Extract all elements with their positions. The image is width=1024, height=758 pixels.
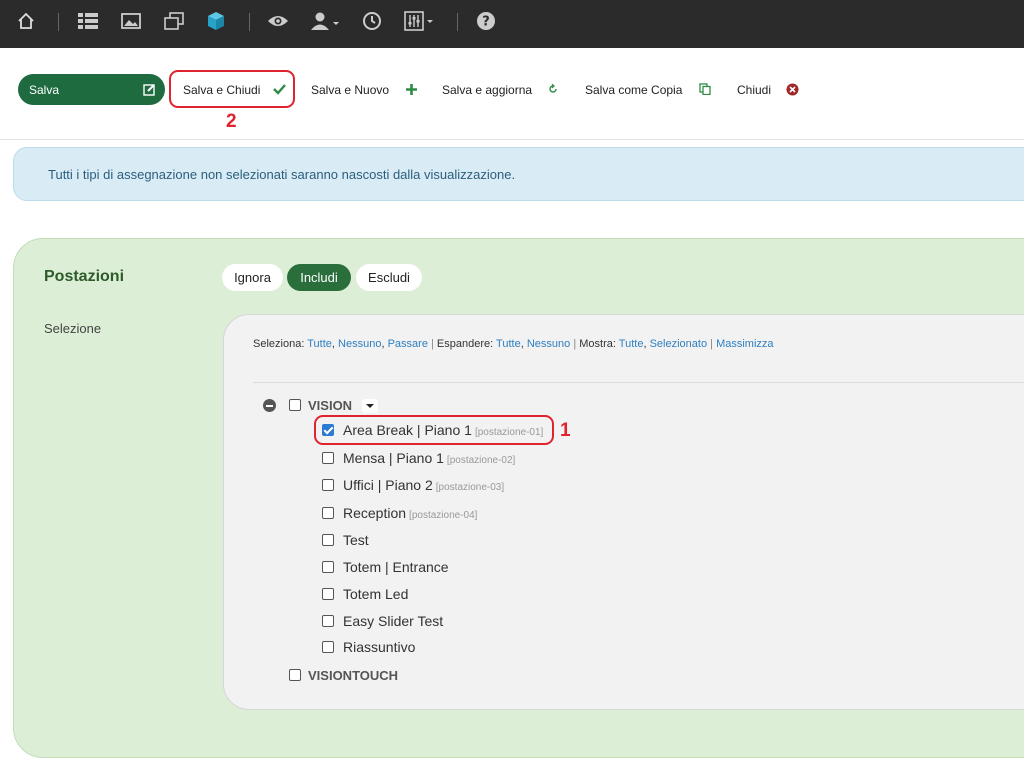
tree-item-label: Uffici | Piano 2 [postazione-03]: [343, 477, 504, 493]
tree-item-name: Riassuntivo: [343, 639, 416, 655]
expand-none-link[interactable]: Nessuno: [527, 338, 570, 350]
divider: [457, 13, 458, 31]
clock-icon[interactable]: [361, 10, 383, 32]
info-alert-text: Tutti i tipi di assegnazione non selezio…: [48, 167, 516, 182]
plus-icon: [404, 82, 418, 96]
tree-item-checkbox[interactable]: [322, 588, 334, 600]
save-update-button[interactable]: Salva e aggiorna: [431, 74, 569, 105]
select-label: Seleziona:: [253, 338, 305, 350]
tree-item-checkbox[interactable]: [322, 561, 334, 573]
filter-bar: Seleziona: Tutte, Nessuno, Passare | Esp…: [253, 338, 774, 350]
save-button[interactable]: Salva: [18, 74, 165, 105]
svg-text:?: ?: [482, 15, 490, 30]
tree-item-name: Test: [343, 532, 369, 548]
group-checkbox-visiontouch[interactable]: [289, 669, 301, 681]
expand-label: Espandere:: [436, 338, 494, 350]
annotation-number-2: 2: [226, 111, 237, 132]
tree-item-label: Mensa | Piano 1 [postazione-02]: [343, 450, 515, 466]
sliders-icon[interactable]: [404, 10, 434, 32]
tree-item-label: Riassuntivo: [343, 639, 415, 655]
image-icon[interactable]: [120, 10, 142, 32]
group-dropdown-button[interactable]: [362, 399, 378, 413]
copy-icon: [698, 82, 712, 96]
select-all-link[interactable]: Tutte: [307, 338, 332, 350]
top-navbar: ?: [0, 0, 1024, 48]
chevron-down-icon: [366, 404, 374, 408]
filter-separator: |: [710, 338, 714, 350]
filter-separator: |: [431, 338, 434, 350]
save-new-button-label: Salva e Nuovo: [311, 82, 390, 97]
home-icon[interactable]: [15, 10, 37, 32]
ignore-option[interactable]: Ignora: [222, 264, 283, 291]
annotation-box-2: [169, 70, 295, 108]
tree-item-checkbox[interactable]: [322, 641, 334, 653]
tree-item-name: Easy Slider Test: [343, 613, 444, 629]
help-icon[interactable]: ?: [475, 10, 497, 32]
save-copy-button[interactable]: Salva come Copia: [574, 74, 721, 105]
close-circle-icon: [785, 82, 799, 96]
panel-title: Postazioni: [44, 268, 125, 285]
refresh-icon: [546, 82, 560, 96]
exclude-option[interactable]: Escludi: [356, 264, 422, 291]
divider: [249, 13, 250, 31]
tree-item-checkbox[interactable]: [322, 452, 334, 464]
show-all-link[interactable]: Tutte: [619, 338, 644, 350]
maximize-link[interactable]: Massimizza: [716, 338, 773, 350]
tree-item-label: Totem | Entrance: [343, 559, 449, 575]
tree-item-checkbox[interactable]: [322, 479, 334, 491]
tree-item-name: Totem Led: [343, 586, 409, 602]
list-icon[interactable]: [77, 10, 99, 32]
close-button[interactable]: Chiudi: [726, 74, 808, 105]
save-new-button[interactable]: Salva e Nuovo: [300, 74, 427, 105]
eye-icon[interactable]: [267, 10, 289, 32]
cube-icon[interactable]: [205, 10, 227, 32]
select-toggle-link[interactable]: Passare: [388, 338, 428, 350]
tree-item-code: [postazione-03]: [435, 482, 505, 493]
include-option[interactable]: Includi: [287, 264, 351, 291]
tree-item-name: Reception: [343, 505, 407, 521]
tree-item-name: Mensa | Piano 1: [343, 450, 444, 466]
show-label: Mostra:: [579, 338, 616, 350]
tree-item-label: Test: [343, 532, 369, 548]
show-selected-link[interactable]: Selezionato: [650, 338, 708, 350]
tree-item-code: [postazione-04]: [409, 510, 478, 521]
user-menu-icon[interactable]: [310, 10, 340, 32]
divider: [58, 13, 59, 31]
collapse-icon[interactable]: [263, 399, 276, 412]
layers-icon[interactable]: [163, 10, 185, 32]
tree-item-label: Easy Slider Test: [343, 613, 443, 629]
edit-icon: [142, 82, 156, 96]
selection-label: Selezione: [44, 321, 102, 336]
tree-item-name: Totem | Entrance: [343, 559, 449, 575]
tree-item-label: Totem Led: [343, 586, 408, 602]
group-label-vision: VISION: [308, 398, 353, 413]
annotation-box-1: [314, 415, 554, 445]
tree-item-checkbox[interactable]: [322, 534, 334, 546]
tree-item-checkbox[interactable]: [322, 507, 334, 519]
divider: [253, 382, 1024, 383]
group-checkbox-vision[interactable]: [289, 399, 301, 411]
info-alert: Tutti i tipi di assegnazione non selezio…: [13, 147, 1024, 201]
save-button-label: Salva: [29, 82, 60, 97]
close-button-label: Chiudi: [737, 82, 772, 97]
tree-item-label: Reception [postazione-04]: [343, 505, 477, 521]
tree-item-checkbox[interactable]: [322, 615, 334, 627]
tree-item-name: Uffici | Piano 2: [343, 477, 433, 493]
group-label-visiontouch: VISIONTOUCH: [308, 668, 399, 683]
annotation-number-1: 1: [560, 420, 571, 441]
save-update-button-label: Salva e aggiorna: [442, 82, 533, 97]
select-none-link[interactable]: Nessuno: [338, 338, 381, 350]
filter-separator: |: [573, 338, 577, 350]
save-copy-button-label: Salva come Copia: [585, 82, 683, 97]
tree-item-code: [postazione-02]: [446, 455, 516, 466]
expand-all-link[interactable]: Tutte: [496, 338, 521, 350]
